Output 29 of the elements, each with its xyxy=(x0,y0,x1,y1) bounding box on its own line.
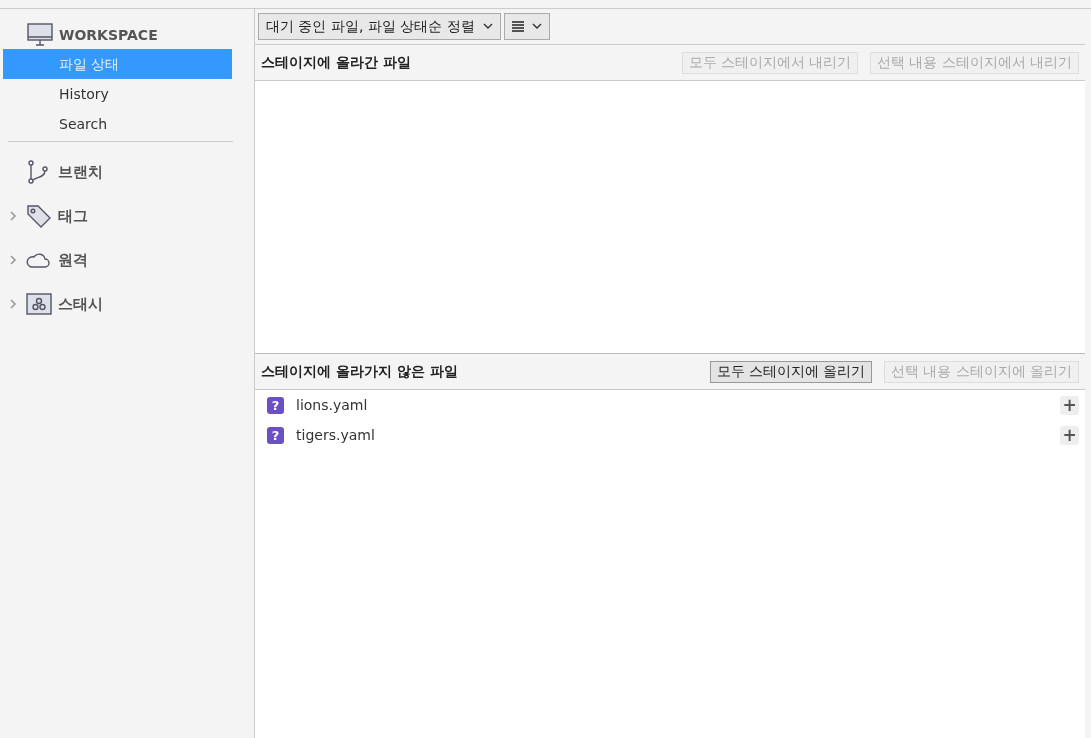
file-name: lions.yaml xyxy=(296,397,369,413)
monitor-icon xyxy=(27,23,53,47)
cloud-icon xyxy=(26,251,50,269)
file-name: tigers.yaml xyxy=(296,427,376,443)
sidebar-item[interactable]: History xyxy=(3,79,232,109)
collapsed-chevron-icon[interactable] xyxy=(9,298,17,310)
sidebar-item[interactable]: Search xyxy=(3,109,232,139)
panel-title: 스테이지에 올라가지 않은 파일 xyxy=(261,362,458,381)
sidebar-section[interactable]: 스태시 xyxy=(58,294,103,314)
sidebar-section[interactable]: 원격 xyxy=(58,250,88,270)
list-icon xyxy=(511,21,524,32)
workspace-heading: WORKSPACE xyxy=(59,27,158,43)
branch-icon xyxy=(26,159,50,185)
collapsed-chevron-icon[interactable] xyxy=(9,254,17,266)
unknown-status-icon: ? xyxy=(267,396,284,414)
caret-icon xyxy=(482,23,493,30)
unknown-status-icon: ? xyxy=(267,426,284,444)
add-button[interactable]: + xyxy=(1060,425,1079,445)
collapsed-chevron-icon[interactable] xyxy=(9,210,17,222)
panel-title: 스테이지에 올라간 파일 xyxy=(261,53,411,72)
sidebar-section[interactable]: 브랜치 xyxy=(58,162,103,182)
filter-dropdown[interactable]: 대기 중인 파일, 파일 상태순 정렬 xyxy=(258,13,501,40)
add-button[interactable]: + xyxy=(1060,395,1079,415)
tag-icon xyxy=(26,203,52,229)
sidebar-section[interactable]: 태그 xyxy=(58,206,88,226)
stage-button[interactable]: 모두 스테이지에 올리기 xyxy=(709,360,873,383)
caret-icon xyxy=(531,23,542,30)
view-mode-dropdown[interactable] xyxy=(503,13,550,40)
stash-icon xyxy=(26,293,52,315)
